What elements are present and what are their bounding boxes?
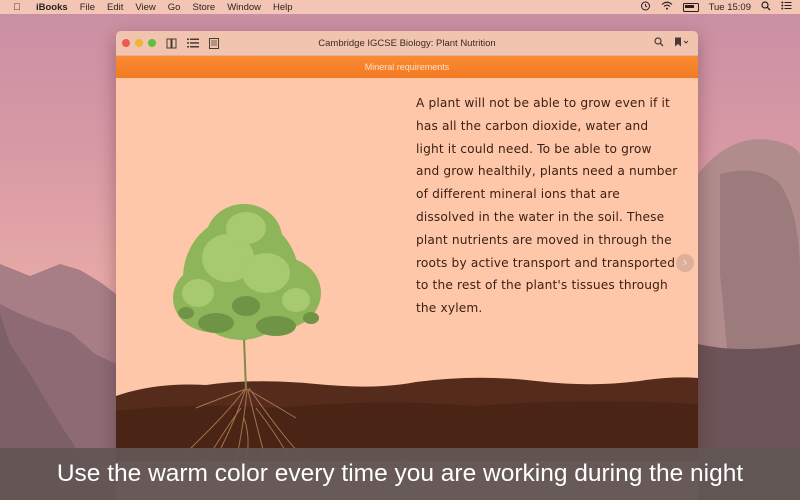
- titlebar-right-controls: [654, 36, 690, 50]
- menu-edit[interactable]: Edit: [107, 2, 123, 13]
- notification-center-icon[interactable]: [781, 1, 792, 13]
- menu-view[interactable]: View: [135, 2, 155, 13]
- chapter-title-bar: Mineral requirements: [116, 56, 698, 78]
- book-body-text: A plant will not be able to grow even if…: [416, 96, 678, 316]
- window-title: Cambridge IGCSE Biology: Plant Nutrition: [318, 37, 496, 49]
- menubar-clock[interactable]: Tue 15:09: [709, 2, 751, 13]
- apple-menu-icon[interactable]: : [10, 2, 24, 13]
- menu-window[interactable]: Window: [227, 2, 261, 13]
- ibooks-window: Cambridge IGCSE Biology: Plant Nutrition…: [116, 31, 698, 461]
- minimize-window-button[interactable]: [135, 39, 143, 47]
- menu-go[interactable]: Go: [168, 2, 181, 13]
- menu-store[interactable]: Store: [192, 2, 215, 13]
- status-area: Tue 15:09: [640, 0, 792, 14]
- close-window-button[interactable]: [122, 39, 130, 47]
- spotlight-search-icon[interactable]: [761, 0, 771, 14]
- wifi-icon[interactable]: [661, 1, 673, 13]
- book-page: A plant will not be able to grow even if…: [116, 78, 698, 461]
- chevron-right-icon: ›: [683, 255, 687, 269]
- notes-icon[interactable]: [209, 37, 219, 49]
- promo-caption: Use the warm color every time you are wo…: [0, 448, 800, 500]
- bookmark-menu-icon[interactable]: [674, 37, 690, 50]
- time-machine-icon[interactable]: [640, 1, 651, 14]
- zoom-window-button[interactable]: [148, 39, 156, 47]
- table-of-contents-icon[interactable]: [187, 38, 199, 48]
- library-books-icon[interactable]: [166, 38, 177, 49]
- battery-icon[interactable]: [682, 2, 699, 12]
- menu-file[interactable]: File: [80, 2, 95, 13]
- window-titlebar[interactable]: Cambridge IGCSE Biology: Plant Nutrition: [116, 31, 698, 56]
- menu-bar:  iBooks File Edit View Go Store Window …: [0, 0, 800, 14]
- menu-app-name[interactable]: iBooks: [36, 2, 68, 13]
- menu-help[interactable]: Help: [273, 2, 293, 13]
- search-icon[interactable]: [654, 36, 664, 50]
- next-page-button[interactable]: ›: [676, 254, 694, 272]
